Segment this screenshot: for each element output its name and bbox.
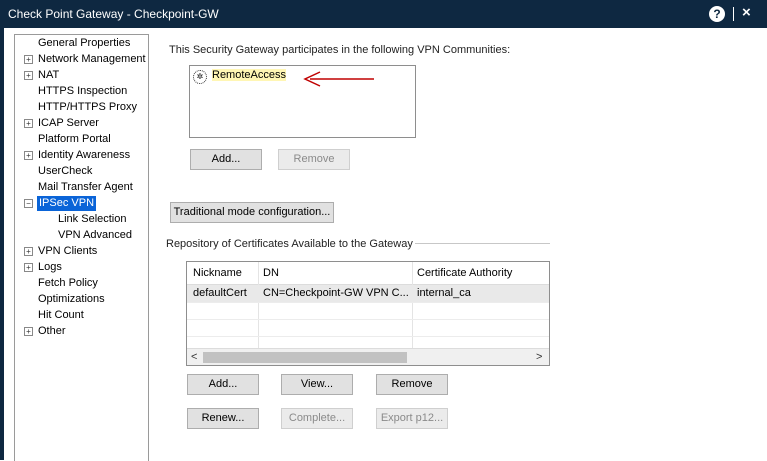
tree-item-icap-server[interactable]: ICAP Server (38, 116, 99, 131)
tree-item-identity-awareness[interactable]: Identity Awareness (38, 148, 130, 163)
dialog-body: General Properties + Network Management … (4, 28, 767, 461)
close-icon[interactable]: × (742, 4, 751, 21)
navigation-tree: General Properties + Network Management … (14, 34, 149, 461)
tree-item-optimizations[interactable]: Optimizations (38, 292, 105, 307)
expand-icon[interactable]: + (24, 55, 33, 64)
cell-nickname: defaultCert (193, 287, 247, 299)
collapse-icon[interactable]: − (24, 199, 33, 208)
tree-item-nat[interactable]: NAT (38, 68, 59, 83)
tree-item-platform-portal[interactable]: Platform Portal (38, 132, 111, 147)
traditional-mode-button[interactable]: Traditional mode configuration... (170, 202, 334, 223)
annotation-arrow-icon (303, 71, 374, 87)
export-p12-button[interactable]: Export p12... (376, 408, 448, 429)
title-separator (733, 7, 734, 21)
row-divider (187, 302, 549, 303)
tree-item-ipsec-vpn[interactable]: IPSec VPN (37, 196, 97, 211)
community-remove-button[interactable]: Remove (278, 149, 350, 170)
expand-icon[interactable]: + (24, 263, 33, 272)
certificate-renew-button[interactable]: Renew... (187, 408, 259, 429)
expand-icon[interactable]: + (24, 71, 33, 80)
certificate-complete-button[interactable]: Complete... (281, 408, 353, 429)
window-title: Check Point Gateway - Checkpoint-GW (8, 7, 219, 21)
tree-item-https-inspection[interactable]: HTTPS Inspection (38, 84, 127, 99)
community-add-button[interactable]: Add... (190, 149, 262, 170)
group-divider (415, 243, 550, 244)
column-header-dn[interactable]: DN (259, 265, 411, 282)
title-bar: Check Point Gateway - Checkpoint-GW ? × (0, 0, 767, 28)
tree-item-general-properties[interactable]: General Properties (38, 36, 130, 51)
row-divider (187, 336, 549, 337)
help-icon[interactable]: ? (709, 6, 725, 22)
tree-item-usercheck[interactable]: UserCheck (38, 164, 92, 179)
certificate-add-button[interactable]: Add... (187, 374, 259, 395)
community-item-remoteaccess[interactable]: RemoteAccess (212, 69, 286, 81)
tree-item-hit-count[interactable]: Hit Count (38, 308, 84, 323)
row-divider (187, 319, 549, 320)
scroll-right-icon[interactable]: > (536, 349, 542, 365)
tree-item-fetch-policy[interactable]: Fetch Policy (38, 276, 98, 291)
certificate-remove-button[interactable]: Remove (376, 374, 448, 395)
tree-item-network-management[interactable]: Network Management (38, 52, 146, 67)
expand-icon[interactable]: + (24, 247, 33, 256)
cell-dn: CN=Checkpoint-GW VPN C... (263, 287, 409, 299)
certificates-table[interactable]: Nickname DN Certificate Authority defaul… (186, 261, 550, 366)
tree-item-vpn-clients[interactable]: VPN Clients (38, 244, 97, 259)
tree-item-vpn-advanced[interactable]: VPN Advanced (58, 228, 132, 243)
scroll-left-icon[interactable]: < (191, 349, 197, 365)
gateway-properties-window: Check Point Gateway - Checkpoint-GW ? × … (0, 0, 767, 461)
expand-icon[interactable]: + (24, 119, 33, 128)
scrollbar-thumb[interactable] (203, 352, 407, 363)
vpn-community-icon: ✲ (193, 70, 207, 84)
tree-item-http-https-proxy[interactable]: HTTP/HTTPS Proxy (38, 100, 137, 115)
certificates-heading: Repository of Certificates Available to … (166, 238, 413, 250)
table-header: Nickname DN Certificate Authority (187, 262, 549, 285)
expand-icon[interactable]: + (24, 151, 33, 160)
certificate-view-button[interactable]: View... (281, 374, 353, 395)
tree-item-other[interactable]: Other (38, 324, 66, 339)
tree-item-link-selection[interactable]: Link Selection (58, 212, 127, 227)
horizontal-scrollbar[interactable]: < > (187, 348, 549, 365)
expand-icon[interactable]: + (24, 327, 33, 336)
communities-heading: This Security Gateway participates in th… (169, 44, 511, 56)
cell-certificate-authority: internal_ca (417, 287, 471, 299)
tree-item-mail-transfer-agent[interactable]: Mail Transfer Agent (38, 180, 133, 195)
column-header-nickname[interactable]: Nickname (189, 265, 259, 282)
column-header-certificate-authority[interactable]: Certificate Authority (413, 265, 549, 282)
tree-item-logs[interactable]: Logs (38, 260, 62, 275)
